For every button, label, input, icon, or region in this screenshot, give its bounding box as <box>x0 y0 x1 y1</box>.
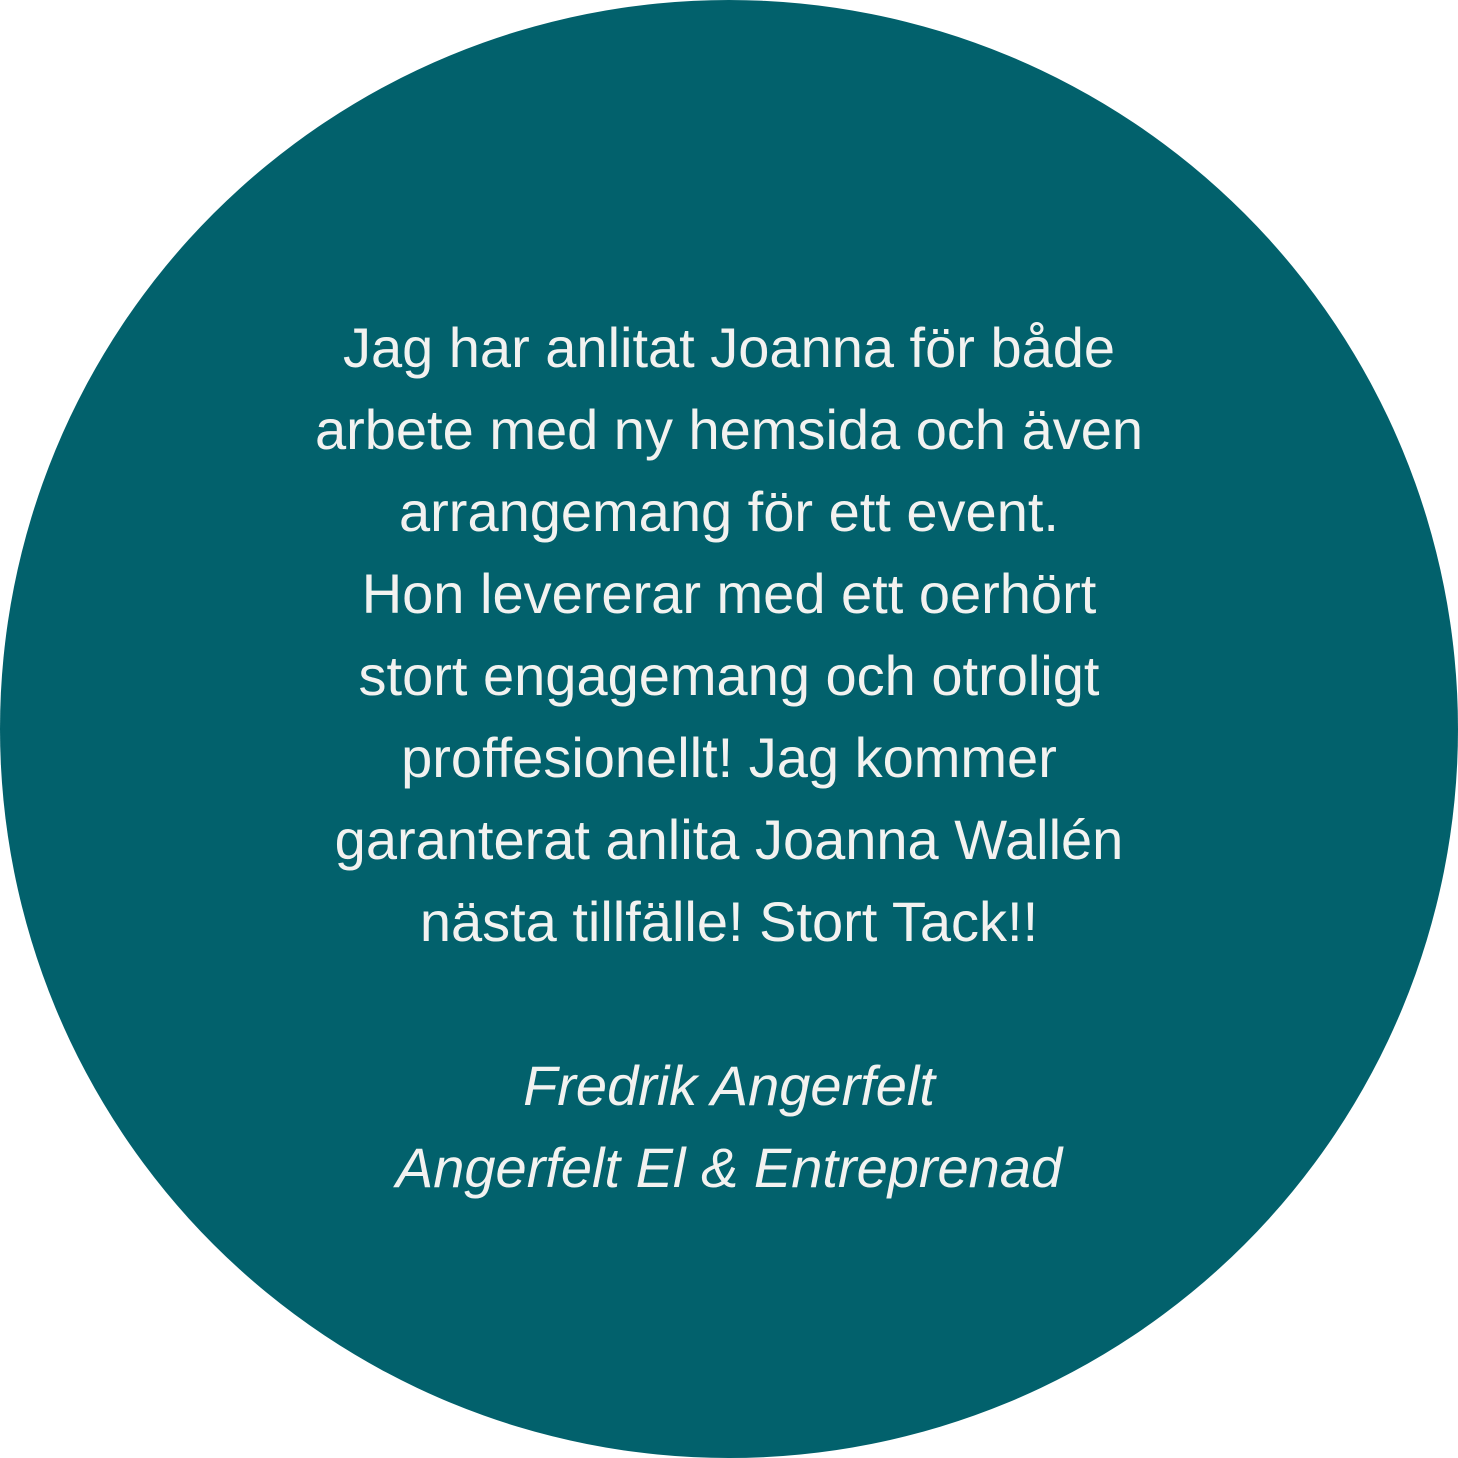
testimonial-card: Jag har anlitat Joanna för både arbete m… <box>0 0 1458 1458</box>
quote-line: stort engagemang och otroligt <box>358 644 1100 707</box>
quote-line: garanterat anlita Joanna Wallén <box>334 808 1124 871</box>
quote-line: Hon levererar med ett oerhört <box>361 562 1097 625</box>
quote-line: arrangemang för ett event. <box>399 480 1059 543</box>
attribution-name: Fredrik Angerfelt <box>523 1054 935 1117</box>
quote-line: arbete med ny hemsida och även <box>314 398 1144 461</box>
quote-line: Jag har anlitat Joanna för både <box>342 316 1116 379</box>
quote-line: proffesionellt! Jag kommer <box>401 726 1057 789</box>
testimonial-text: Jag har anlitat Joanna för både arbete m… <box>0 307 1458 1209</box>
attribution-company: Angerfelt El & Entreprenad <box>395 1136 1063 1199</box>
quote-line: nästa tillfälle! Stort Tack!! <box>419 890 1039 953</box>
